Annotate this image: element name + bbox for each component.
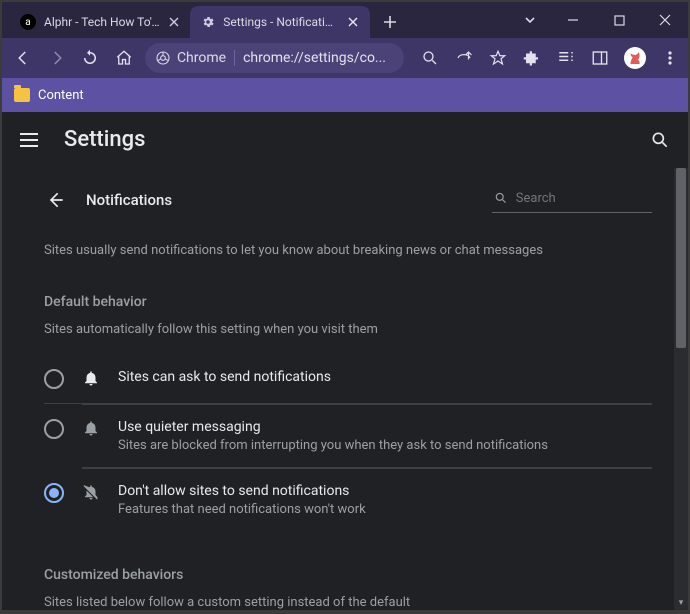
zoom-icon[interactable] — [420, 48, 440, 68]
side-panel-icon[interactable] — [590, 48, 610, 68]
resize-grip[interactable]: ▾ — [676, 598, 686, 608]
radio-button[interactable] — [44, 419, 64, 439]
extensions-icon[interactable] — [522, 48, 542, 68]
search-input[interactable] — [516, 191, 650, 206]
option-title: Don't allow sites to send notifications — [118, 483, 366, 499]
folder-icon — [14, 88, 30, 102]
close-window-button[interactable] — [642, 2, 688, 38]
toolbar: Chrome chrome://settings/co... — [2, 38, 688, 78]
close-icon[interactable] — [168, 15, 180, 29]
search-icon[interactable] — [650, 130, 670, 150]
settings-header: Settings — [2, 112, 688, 168]
url-scheme-label: Chrome — [177, 50, 226, 66]
share-icon[interactable] — [454, 48, 474, 68]
option-quieter-messaging[interactable]: Use quieter messaging Sites are blocked … — [82, 404, 652, 468]
page-title: Notifications — [86, 191, 172, 209]
intro-text: Sites usually send notifications to let … — [44, 243, 652, 258]
hamburger-icon[interactable] — [20, 133, 44, 147]
scrollbar-track[interactable] — [674, 168, 688, 596]
bell-icon — [80, 419, 102, 437]
option-title: Use quieter messaging — [118, 419, 548, 435]
svg-text:a: a — [25, 17, 30, 28]
behavior-options: Sites can ask to send notifications Use … — [44, 355, 652, 531]
radio-button[interactable] — [44, 369, 64, 389]
url-text: chrome://settings/co... — [243, 50, 386, 66]
reading-list-icon[interactable] — [556, 48, 576, 68]
option-sites-can-ask[interactable]: Sites can ask to send notifications — [44, 355, 652, 404]
option-text: Sites can ask to send notifications — [118, 369, 331, 385]
profile-avatar[interactable] — [624, 47, 646, 69]
customized-behaviors-sub: Sites listed below follow a custom setti… — [44, 595, 652, 610]
option-text: Use quieter messaging Sites are blocked … — [118, 419, 548, 453]
toolbar-actions — [420, 47, 680, 69]
default-behavior-sub: Sites automatically follow this setting … — [44, 322, 652, 337]
window-controls — [510, 2, 688, 38]
option-text: Don't allow sites to send notifications … — [118, 483, 366, 517]
tab-title: Alphr - Tech How To's & G — [44, 15, 160, 29]
alphr-favicon: a — [20, 14, 36, 30]
chrome-chip: Chrome — [155, 50, 226, 66]
settings-content: Notifications Sites usually send notific… — [2, 168, 674, 610]
option-subtitle: Sites are blocked from interrupting you … — [118, 438, 548, 453]
chrome-icon — [155, 50, 171, 66]
titlebar: a Alphr - Tech How To's & G Settings - N… — [2, 2, 688, 38]
forward-button[interactable] — [44, 44, 70, 72]
home-button[interactable] — [111, 44, 137, 72]
settings-title: Settings — [64, 127, 145, 152]
bookmark-star-icon[interactable] — [488, 48, 508, 68]
option-dont-allow[interactable]: Don't allow sites to send notifications … — [82, 468, 652, 531]
bell-icon — [80, 369, 102, 387]
address-bar[interactable]: Chrome chrome://settings/co... — [145, 43, 404, 73]
url-divider — [234, 50, 235, 66]
new-tab-button[interactable] — [376, 8, 404, 36]
tab-title: Settings - Notifications — [223, 15, 338, 29]
tab-strip: a Alphr - Tech How To's & G Settings - N… — [2, 2, 404, 38]
scrollbar[interactable]: ▾ — [674, 168, 688, 610]
gear-icon — [200, 14, 215, 30]
bookmarks-bar: Content — [2, 78, 688, 112]
option-subtitle: Features that need notifications won't w… — [118, 502, 366, 517]
chevron-down-icon[interactable] — [510, 2, 550, 38]
content-wrap: Notifications Sites usually send notific… — [2, 168, 688, 610]
back-button[interactable] — [10, 44, 36, 72]
subheader: Notifications — [44, 186, 652, 213]
option-title: Sites can ask to send notifications — [118, 369, 331, 385]
radio-button-selected[interactable] — [44, 483, 64, 503]
tab-alphr[interactable]: a Alphr - Tech How To's & G — [10, 6, 190, 38]
minimize-button[interactable] — [550, 2, 596, 38]
search-icon — [494, 190, 508, 206]
maximize-button[interactable] — [596, 2, 642, 38]
bookmark-item[interactable]: Content — [38, 88, 84, 103]
settings-search[interactable] — [492, 186, 652, 213]
bell-off-icon — [80, 483, 102, 501]
back-arrow-button[interactable] — [44, 188, 68, 212]
reload-button[interactable] — [77, 44, 103, 72]
menu-icon[interactable] — [660, 48, 680, 68]
default-behavior-title: Default behavior — [44, 294, 652, 310]
tab-settings[interactable]: Settings - Notifications — [190, 6, 370, 38]
browser-window: a Alphr - Tech How To's & G Settings - N… — [2, 2, 688, 610]
scrollbar-thumb[interactable] — [676, 168, 686, 348]
customized-behaviors-title: Customized behaviors — [44, 567, 652, 583]
close-icon[interactable] — [347, 15, 360, 29]
